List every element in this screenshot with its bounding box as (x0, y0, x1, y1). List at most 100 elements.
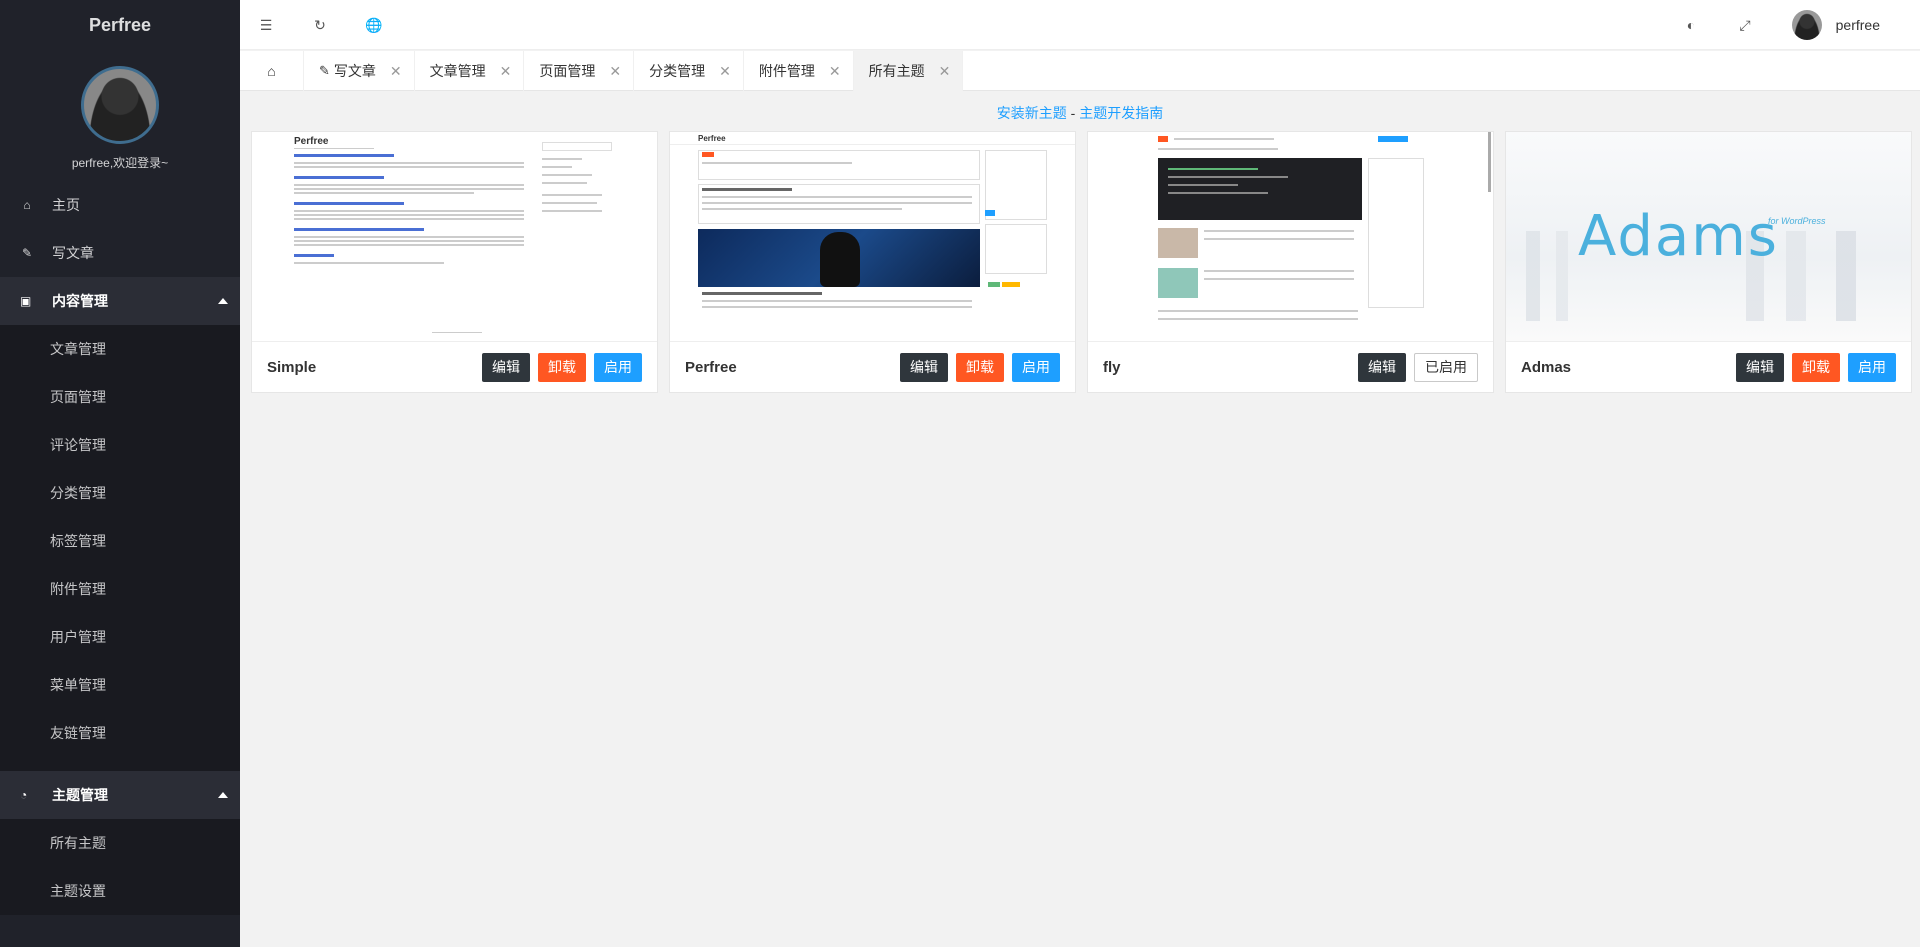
thumb-line (542, 174, 592, 176)
thumb-line (1158, 318, 1358, 320)
tab-write-article[interactable]: ✎ 写文章 ✕ (304, 51, 415, 91)
tab-label: 分类管理 (649, 63, 706, 79)
enable-theme-button[interactable]: 启用 (594, 353, 642, 382)
tab-all-themes[interactable]: 所有主题 ✕ (853, 51, 964, 91)
install-theme-link[interactable]: 安装新主题 (997, 105, 1067, 121)
sidebar-item-categories[interactable]: 分类管理 (0, 469, 240, 517)
sidebar-group-content[interactable]: ▣ 内容管理 (0, 277, 240, 325)
home-icon: ⌂ (267, 63, 276, 79)
edit-theme-button[interactable]: 编辑 (900, 353, 948, 382)
thumb-link (294, 154, 394, 157)
sidebar-item-theme-settings[interactable]: 主题设置 (0, 867, 240, 915)
sidebar-item-users[interactable]: 用户管理 (0, 613, 240, 661)
welcome-text: perfree,欢迎登录~ (71, 156, 169, 170)
user-menu[interactable]: perfree (1791, 10, 1880, 40)
sidebar-item-tags[interactable]: 标签管理 (0, 517, 240, 565)
thumb-tag (988, 282, 1000, 287)
thumb-line (294, 184, 524, 186)
sidebar-item-pages[interactable]: 页面管理 (0, 373, 240, 421)
uninstall-theme-button[interactable]: 卸载 (1792, 353, 1840, 382)
sidebar-item-label: 主页 (52, 197, 80, 213)
thumb-line (702, 196, 972, 198)
theme-card-footer: Admas 编辑 卸载 启用 (1506, 342, 1911, 393)
close-icon[interactable]: ✕ (500, 63, 512, 80)
thumb-line (294, 244, 524, 246)
avatar[interactable] (81, 66, 159, 144)
page-tabs: ⌂ ✎ 写文章 ✕ 文章管理 ✕ 页面管理 ✕ 分类管理 ✕ 附件管理 ✕ 所有… (240, 51, 1920, 91)
close-icon[interactable]: ✕ (609, 63, 621, 80)
theme-thumbnail[interactable]: Adams for WordPress (1506, 132, 1911, 342)
dashboard-icon: ◔ (20, 788, 28, 802)
sidebar-item-menus[interactable]: 菜单管理 (0, 661, 240, 709)
thumb-badge (702, 152, 714, 157)
tab-page-manage[interactable]: 页面管理 ✕ (524, 51, 635, 91)
thumb-line (702, 202, 972, 204)
tab-home[interactable]: ⌂ (240, 51, 304, 91)
close-icon[interactable]: ✕ (390, 63, 402, 80)
sidebar-item-write[interactable]: ✎ 写文章 (0, 229, 240, 277)
close-icon[interactable]: ✕ (829, 63, 841, 80)
theme-card-fly: fly 编辑 已启用 (1087, 131, 1494, 393)
thumb-login (1378, 136, 1408, 142)
thumb-line (1158, 310, 1358, 312)
sidebar-group-themes[interactable]: ◔ 主题管理 (0, 771, 240, 819)
inbox-icon: ▣ (20, 294, 32, 308)
thumb-link (294, 176, 384, 179)
edit-icon: ✎ (21, 246, 33, 260)
edit-theme-button[interactable]: 编辑 (482, 353, 530, 382)
tab-attachment-manage[interactable]: 附件管理 ✕ (744, 51, 854, 91)
tab-label: 附件管理 (758, 63, 815, 79)
app-logo[interactable]: Perfree (0, 0, 240, 50)
globe-icon[interactable]: 🌐 (364, 15, 384, 35)
thumb-line (542, 202, 597, 204)
thumb-line (294, 166, 524, 168)
palette-icon[interactable]: ◐ (1681, 15, 1701, 35)
fullscreen-icon[interactable]: ⤢ (1735, 15, 1755, 35)
refresh-icon[interactable]: ↻ (310, 15, 330, 35)
close-icon[interactable]: ✕ (719, 63, 731, 80)
close-icon[interactable]: ✕ (939, 63, 951, 80)
sidebar-submenu-themes: 所有主题 主题设置 (0, 819, 240, 915)
thumb-line (294, 262, 444, 264)
sidebar-item-articles[interactable]: 文章管理 (0, 325, 240, 373)
thumb-line (702, 292, 822, 295)
theme-card-footer: fly 编辑 已启用 (1088, 342, 1493, 393)
edit-theme-button[interactable]: 编辑 (1736, 353, 1784, 382)
thumb-link (294, 254, 334, 257)
enable-theme-button[interactable]: 启用 (1848, 353, 1896, 382)
thumb-code-line (1168, 184, 1238, 186)
sidebar-item-all-themes[interactable]: 所有主题 (0, 819, 240, 867)
thumb-line (702, 162, 852, 164)
theme-card-perfree: Perfree Perfree 编辑 卸载 启用 (669, 131, 1076, 393)
sidebar-item-links[interactable]: 友链管理 (0, 709, 240, 757)
thumb-line (542, 210, 602, 212)
menu-fold-icon[interactable]: ☰ (256, 15, 276, 35)
thumb-title: Perfree (294, 136, 329, 147)
theme-thumbnail[interactable]: Perfree (670, 132, 1075, 342)
sidebar-group-label: 主题管理 (52, 787, 108, 803)
edit-theme-button[interactable]: 编辑 (1358, 353, 1406, 382)
sidebar-item-comments[interactable]: 评论管理 (0, 421, 240, 469)
tab-article-manage[interactable]: 文章管理 ✕ (415, 51, 525, 91)
thumb-scrollbar (1488, 132, 1491, 192)
uninstall-theme-button[interactable]: 卸载 (538, 353, 586, 382)
theme-guide-link[interactable]: 主题开发指南 (1079, 105, 1163, 121)
enabled-theme-button[interactable]: 已启用 (1414, 353, 1478, 382)
thumb-line (294, 210, 524, 212)
thumb-subtitle: for WordPress (1768, 216, 1826, 226)
theme-actions: 编辑 卸载 启用 (900, 353, 1060, 382)
tab-category-manage[interactable]: 分类管理 ✕ (634, 51, 744, 91)
theme-thumbnail[interactable] (1088, 132, 1493, 342)
uninstall-theme-button[interactable]: 卸载 (956, 353, 1004, 382)
sidebar-item-attachments[interactable]: 附件管理 (0, 565, 240, 613)
thumb-line (1204, 270, 1354, 272)
thumb-line (542, 182, 587, 184)
thumb-link (294, 228, 424, 231)
theme-thumbnail[interactable]: Perfree (252, 132, 657, 342)
sidebar-item-home[interactable]: ⌂ 主页 (0, 181, 240, 229)
enable-theme-button[interactable]: 启用 (1012, 353, 1060, 382)
thumb-post-box (698, 150, 980, 180)
thumb-search (542, 142, 612, 151)
avatar (1791, 10, 1822, 40)
theme-actions: 编辑 卸载 启用 (482, 353, 642, 382)
